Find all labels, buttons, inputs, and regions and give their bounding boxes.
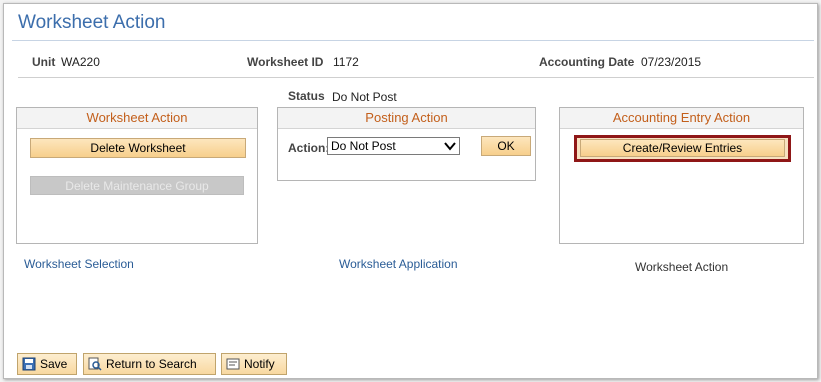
notify-icon bbox=[226, 358, 240, 370]
posting-action-box-header: Posting Action bbox=[278, 108, 535, 129]
action-label: Action: bbox=[288, 141, 330, 155]
unit-label: Unit bbox=[32, 55, 56, 69]
worksheet-id-label: Worksheet ID bbox=[247, 55, 324, 69]
worksheet-action-box-header: Worksheet Action bbox=[17, 108, 257, 129]
status-value: Do Not Post bbox=[332, 90, 397, 104]
page-title: Worksheet Action bbox=[18, 12, 166, 33]
save-icon bbox=[22, 357, 36, 371]
notify-button[interactable]: Notify bbox=[221, 353, 287, 375]
create-review-entries-button[interactable]: Create/Review Entries bbox=[580, 139, 785, 157]
unit-value: WA220 bbox=[61, 55, 100, 69]
worksheet-action-current: Worksheet Action bbox=[635, 260, 729, 274]
delete-maintenance-group-button: Delete Maintenance Group bbox=[30, 176, 244, 195]
action-select-value: Do Not Post bbox=[331, 139, 396, 153]
save-button[interactable]: Save bbox=[17, 353, 77, 375]
ok-button[interactable]: OK bbox=[481, 136, 531, 156]
delete-worksheet-button[interactable]: Delete Worksheet bbox=[30, 138, 246, 158]
accounting-entry-action-box-header: Accounting Entry Action bbox=[560, 108, 803, 129]
save-label: Save bbox=[40, 357, 68, 371]
return-to-search-label: Return to Search bbox=[106, 357, 197, 371]
worksheet-id-value: 1172 bbox=[333, 55, 359, 69]
page-frame: Worksheet Action Unit WA220 Worksheet ID… bbox=[3, 3, 818, 379]
accounting-entry-action-box: Accounting Entry Action bbox=[559, 107, 804, 244]
return-to-search-button[interactable]: Return to Search bbox=[83, 353, 216, 375]
dropdown-arrow-icon bbox=[444, 142, 456, 151]
accounting-date-value: 07/23/2015 bbox=[641, 55, 702, 69]
notify-label: Notify bbox=[244, 357, 275, 371]
action-select[interactable]: Do Not Post bbox=[327, 137, 460, 155]
return-to-search-icon bbox=[88, 357, 102, 371]
worksheet-selection-link[interactable]: Worksheet Selection bbox=[24, 257, 134, 271]
header-divider bbox=[18, 77, 814, 78]
worksheet-application-link[interactable]: Worksheet Application bbox=[339, 257, 458, 271]
title-divider bbox=[12, 40, 814, 41]
accounting-date-label: Accounting Date bbox=[539, 55, 635, 69]
status-label: Status bbox=[288, 89, 325, 103]
